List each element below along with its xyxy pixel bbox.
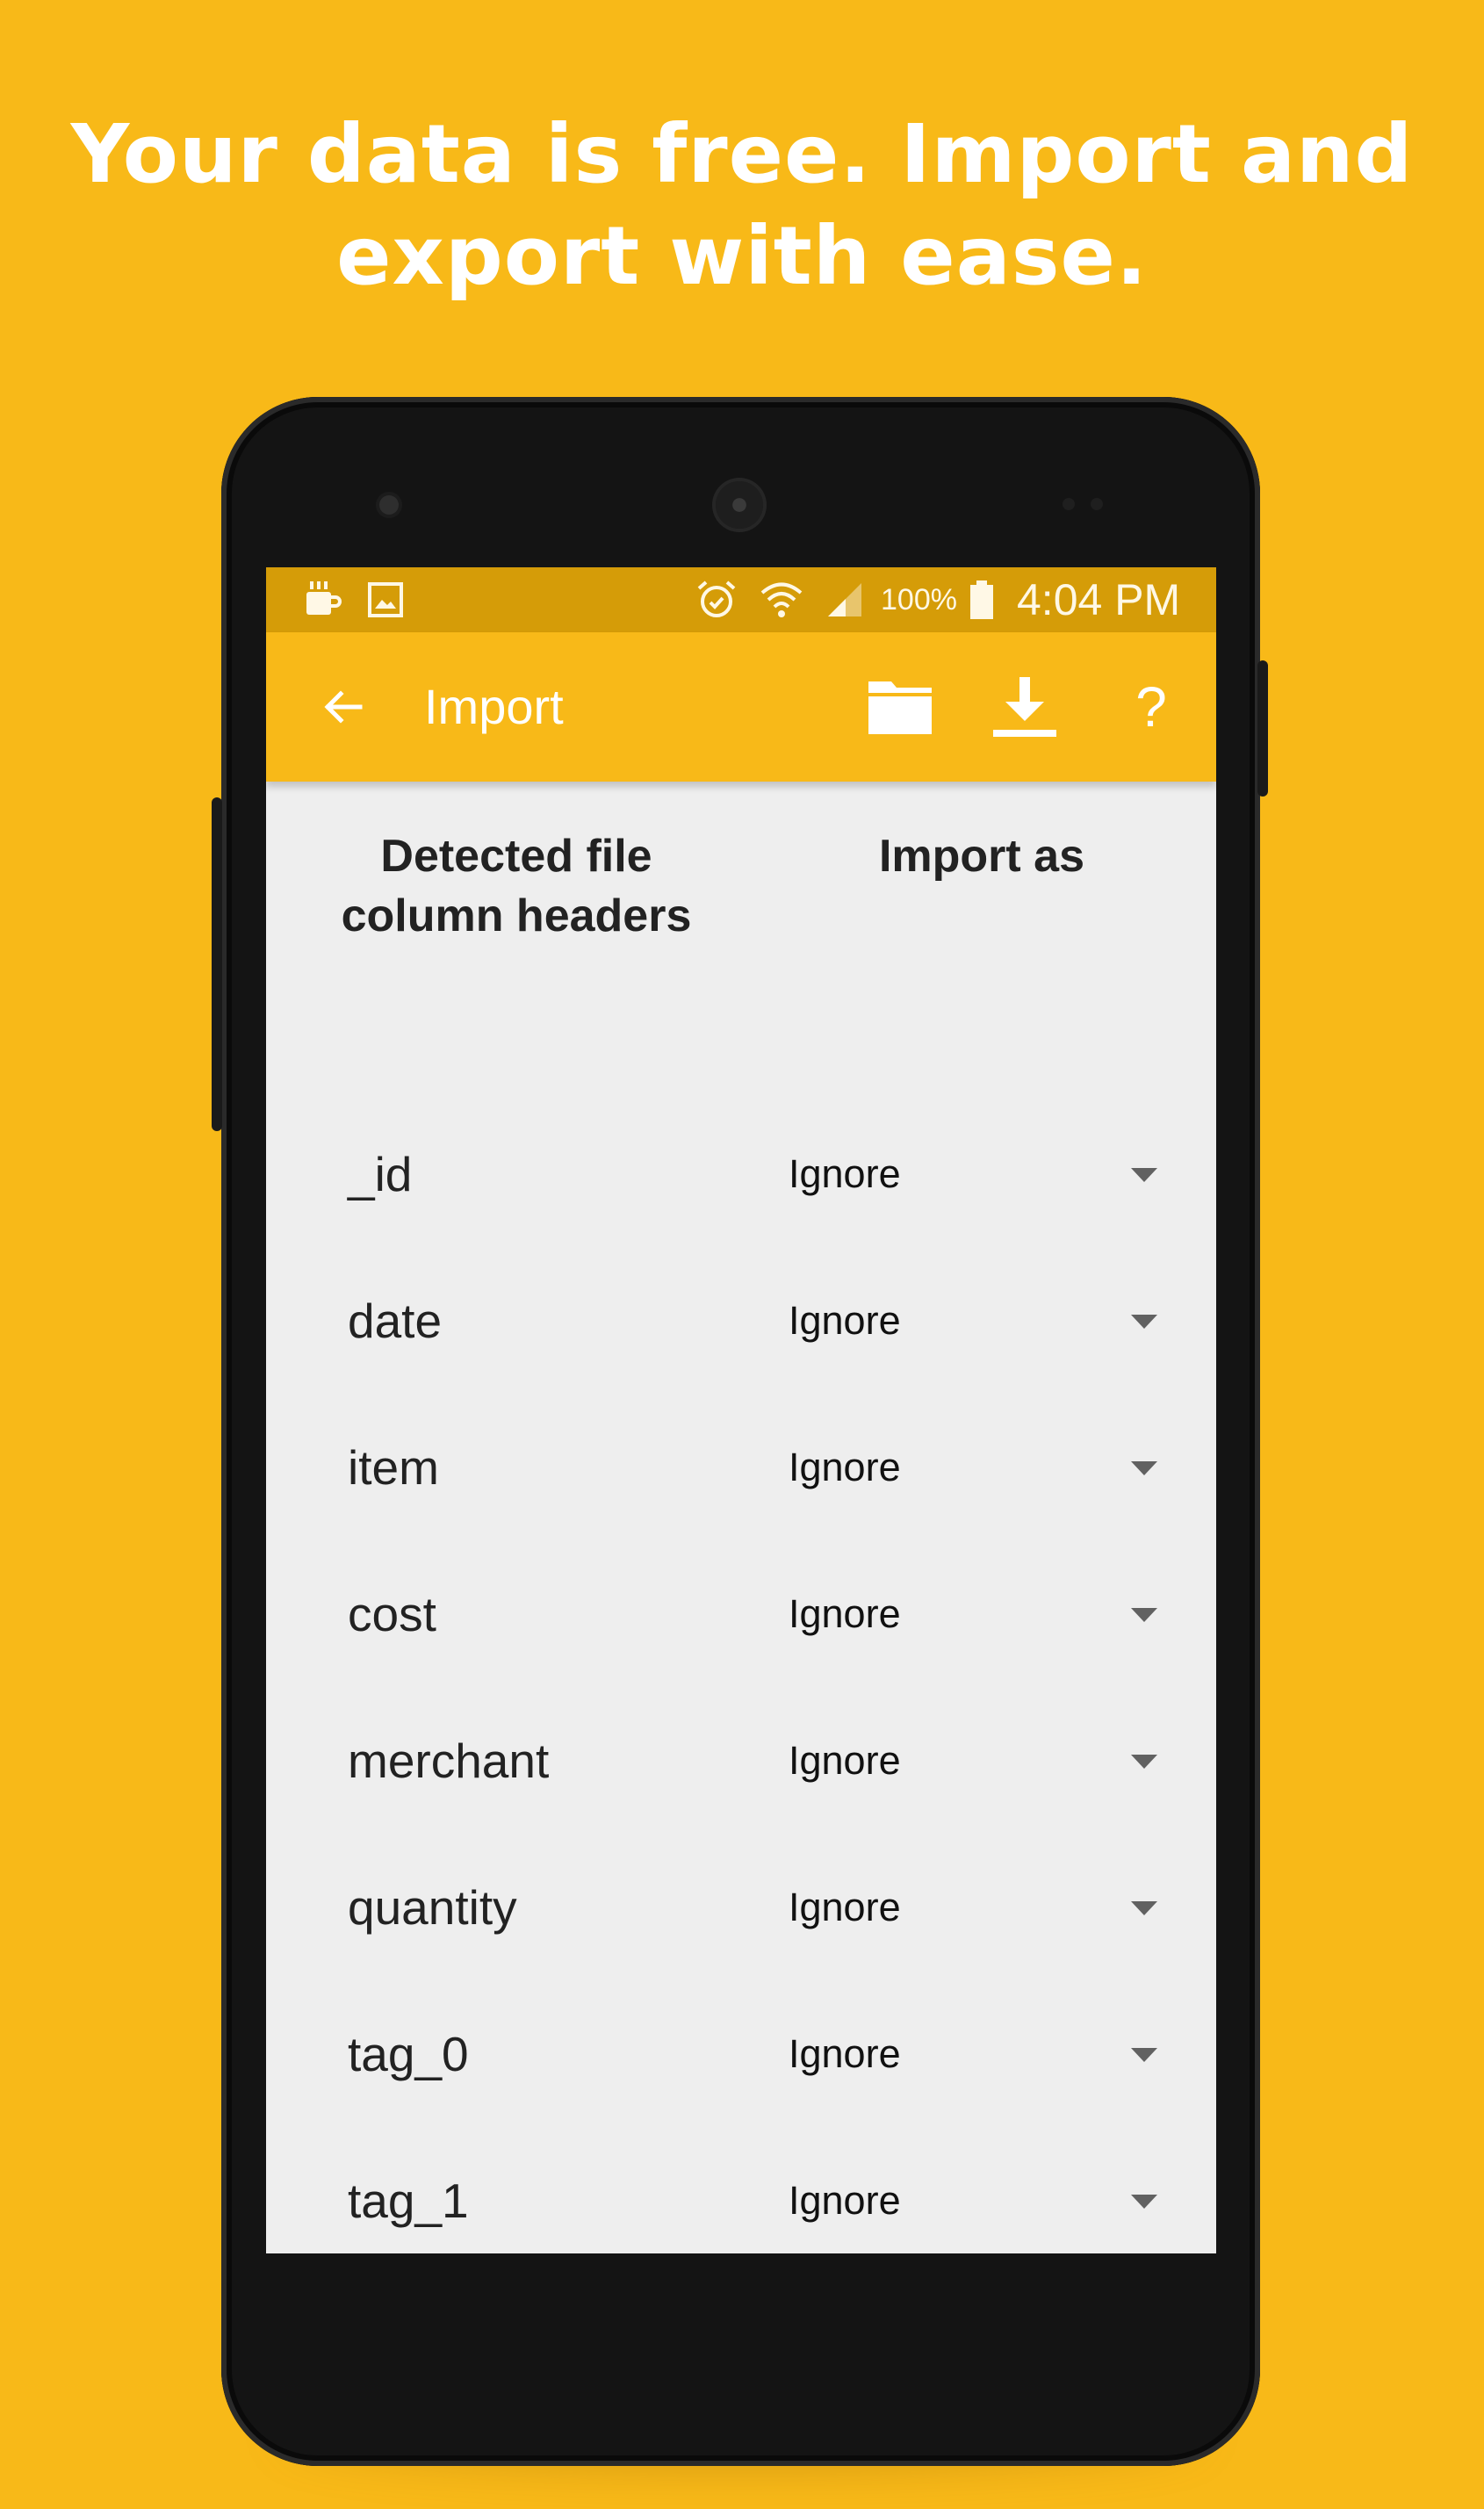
- header-import-as: Import as: [878, 831, 1085, 882]
- coffee-cup-icon: [301, 567, 345, 632]
- table-row: tag_1 Ignore: [266, 2128, 1216, 2253]
- column-name: merchant: [348, 1734, 550, 1788]
- dropdown-arrow-icon: [1131, 1461, 1157, 1475]
- import-as-value: Ignore: [789, 1445, 901, 1489]
- app-bar: Import ?: [266, 632, 1216, 782]
- earpiece-speaker: [716, 481, 763, 529]
- column-name: item: [348, 1440, 439, 1495]
- dropdown-arrow-icon: [1131, 1755, 1157, 1769]
- arrow-back-icon[interactable]: [301, 632, 385, 782]
- column-name: tag_1: [348, 2174, 469, 2228]
- phone-screen: 100% 4:04 PM Import ? Detected file colu…: [266, 567, 1216, 2253]
- wifi-icon: [760, 567, 803, 632]
- status-bar: 100% 4:04 PM: [266, 567, 1216, 632]
- import-as-select[interactable]: Ignore: [789, 1712, 1184, 1809]
- header-detected-columns-line-1: Detected file: [380, 831, 652, 882]
- battery-percent: 100%: [881, 582, 957, 616]
- header-detected-columns-line-2: column headers: [341, 890, 692, 941]
- dropdown-arrow-icon: [1131, 2195, 1157, 2209]
- table-row: _id Ignore: [266, 1101, 1216, 1248]
- column-name: tag_0: [348, 2027, 469, 2081]
- headline-line-1: Your data is free. Import and: [70, 107, 1414, 201]
- import-as-select[interactable]: Ignore: [789, 1859, 1184, 1956]
- import-as-value: Ignore: [789, 1738, 901, 1783]
- header-detected-columns: Detected file column headers: [301, 826, 731, 946]
- power-button: [1257, 660, 1268, 797]
- table-row: cost Ignore: [266, 1541, 1216, 1688]
- page-title: Import: [424, 679, 564, 734]
- table-row: merchant Ignore: [266, 1688, 1216, 1835]
- front-camera: [379, 495, 399, 515]
- help-icon[interactable]: ?: [1107, 632, 1195, 782]
- column-name: quantity: [348, 1880, 517, 1935]
- signal-icon: [825, 567, 865, 632]
- import-as-select[interactable]: Ignore: [789, 2006, 1184, 2102]
- table-row: quantity Ignore: [266, 1835, 1216, 1981]
- column-name: _id: [348, 1147, 413, 1201]
- import-as-select[interactable]: Ignore: [789, 1419, 1184, 1516]
- alarm-icon: [695, 567, 738, 632]
- headline: Your data is free. Import and export wit…: [0, 104, 1484, 307]
- headline-line-2: export with ease.: [336, 209, 1148, 303]
- image-icon: [366, 567, 405, 632]
- dropdown-arrow-icon: [1131, 1901, 1157, 1915]
- import-as-select[interactable]: Ignore: [789, 1566, 1184, 1662]
- dropdown-arrow-icon: [1131, 1168, 1157, 1182]
- clock: 4:04 PM: [1017, 575, 1181, 624]
- table-row: item Ignore: [266, 1395, 1216, 1541]
- import-as-value: Ignore: [789, 1885, 901, 1929]
- import-as-value: Ignore: [789, 1591, 901, 1636]
- column-name: date: [348, 1294, 443, 1348]
- column-name: cost: [348, 1587, 436, 1641]
- table-row: date Ignore: [266, 1248, 1216, 1395]
- import-as-select[interactable]: Ignore: [789, 2152, 1184, 2249]
- import-as-select[interactable]: Ignore: [789, 1126, 1184, 1222]
- import-as-value: Ignore: [789, 1298, 901, 1343]
- import-as-value: Ignore: [789, 2031, 901, 2076]
- folder-icon[interactable]: [856, 632, 944, 782]
- import-as-value: Ignore: [789, 1151, 901, 1196]
- battery-icon: [969, 567, 995, 632]
- import-as-value: Ignore: [789, 2178, 901, 2223]
- volume-button: [212, 797, 222, 1131]
- dropdown-arrow-icon: [1131, 1315, 1157, 1329]
- dropdown-arrow-icon: [1131, 2048, 1157, 2062]
- proximity-sensor: [1063, 498, 1075, 510]
- import-as-select[interactable]: Ignore: [789, 1273, 1184, 1369]
- download-icon[interactable]: [981, 632, 1069, 782]
- light-sensor: [1091, 498, 1103, 510]
- table-row: tag_0 Ignore: [266, 1981, 1216, 2128]
- dropdown-arrow-icon: [1131, 1608, 1157, 1622]
